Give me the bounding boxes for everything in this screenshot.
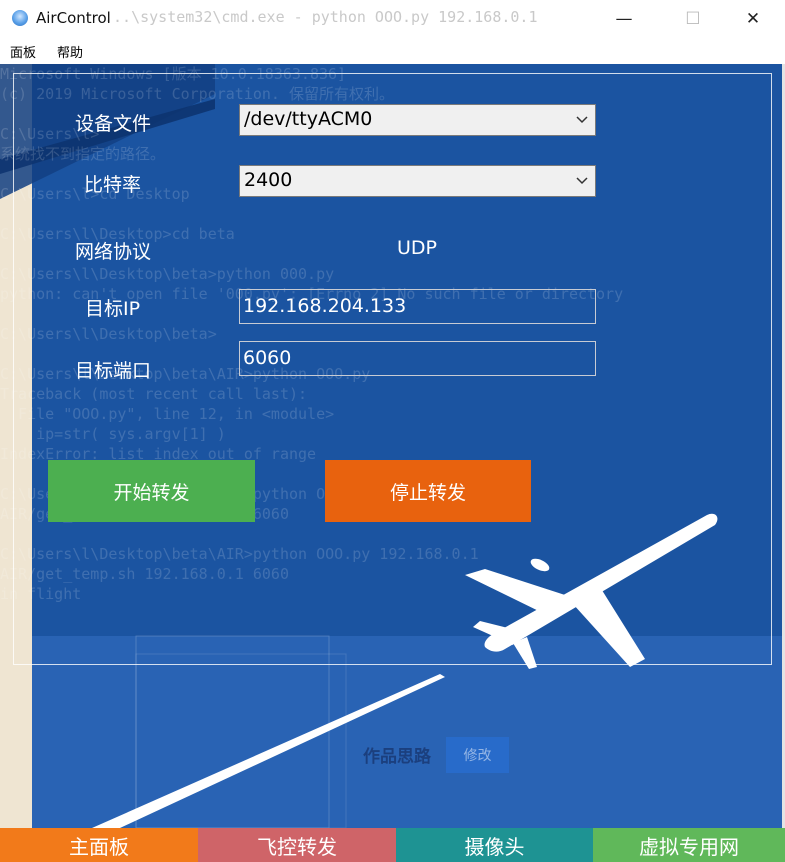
stop-forwarding-button[interactable]: 停止转发: [325, 460, 531, 522]
target-port-input[interactable]: 6060: [239, 341, 596, 376]
target-ip-input[interactable]: 192.168.204.133: [239, 289, 596, 324]
minimize-button[interactable]: —: [601, 0, 647, 38]
start-forwarding-button[interactable]: 开始转发: [48, 460, 255, 522]
device-file-label: 设备文件: [75, 113, 152, 135]
tab-main-panel[interactable]: 主面板: [0, 828, 198, 862]
menu-bar: 面板 帮助: [0, 38, 785, 64]
baud-rate-select[interactable]: 2400: [239, 165, 596, 197]
title-bar: ...\system32\cmd.exe - python OOO.py 192…: [0, 0, 785, 38]
target-port-label: 目标端口: [75, 360, 152, 382]
main-stage: Microsoft Windows [版本 10.0.18363.836] (c…: [0, 64, 785, 828]
app-logo-icon: [12, 10, 28, 26]
window-title: AirControl: [36, 9, 111, 27]
target-ip-value: 192.168.204.133: [243, 295, 407, 317]
chevron-down-icon: [576, 116, 588, 124]
background-window-title: ...\system32\cmd.exe - python OOO.py 192…: [104, 8, 538, 26]
background-section-label: 作品思路: [363, 747, 431, 767]
device-file-value: /dev/ttyACM0: [244, 108, 373, 130]
bottom-tab-bar: 主面板 飞控转发 摄像头 虚拟专用网: [0, 828, 785, 862]
tab-camera[interactable]: 摄像头: [396, 828, 593, 862]
chevron-down-icon: [576, 177, 588, 185]
protocol-label: 网络协议: [75, 241, 152, 263]
target-port-value: 6060: [243, 347, 292, 369]
maximize-button[interactable]: ☐: [670, 0, 716, 38]
tab-flight-forward[interactable]: 飞控转发: [198, 828, 396, 862]
baud-rate-label: 比特率: [84, 174, 142, 196]
baud-rate-value: 2400: [244, 169, 293, 191]
menu-panel[interactable]: 面板: [10, 42, 36, 61]
target-ip-label: 目标IP: [85, 298, 141, 320]
tab-vpn[interactable]: 虚拟专用网: [593, 828, 785, 862]
close-button[interactable]: ✕: [730, 0, 776, 38]
protocol-value: UDP: [397, 237, 437, 259]
device-file-select[interactable]: /dev/ttyACM0: [239, 104, 596, 136]
menu-help[interactable]: 帮助: [57, 42, 83, 61]
background-edit-button: 修改: [446, 737, 509, 773]
